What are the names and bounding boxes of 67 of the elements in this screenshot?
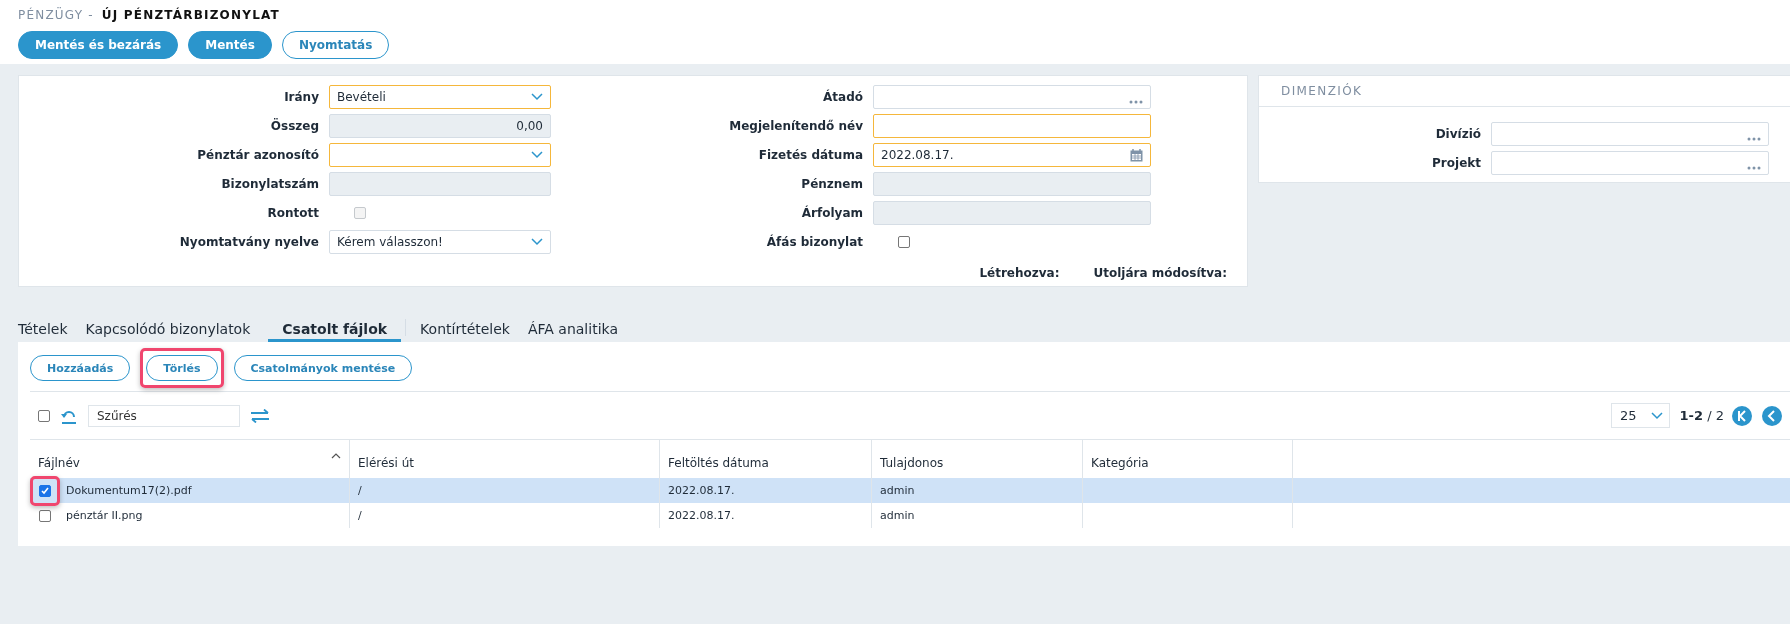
tab[interactable]: Kontírtételek xyxy=(420,319,524,342)
field-label: Fizetés dátuma xyxy=(757,148,863,162)
calendar-icon xyxy=(1130,148,1143,162)
field-label: Bizonylatszám xyxy=(220,177,319,191)
table-cell: pénztár II.png xyxy=(66,509,143,522)
filter-field[interactable]: Szűrés xyxy=(88,404,240,427)
select-all-checkbox[interactable] xyxy=(38,409,50,422)
table-cell: 2022.08.17. xyxy=(668,509,735,522)
date-field[interactable]: 2022.08.17. xyxy=(873,143,1151,167)
input-field[interactable] xyxy=(873,114,1151,138)
table-cell: Dokumentum17(2).pdf xyxy=(66,484,192,497)
table-row[interactable]: Dokumentum17(2).pdf / 2022.08.17. admin xyxy=(30,478,1790,503)
input-field[interactable] xyxy=(1491,122,1769,146)
input-field[interactable] xyxy=(873,85,1151,109)
table-cell: / xyxy=(358,484,362,497)
tab[interactable]: Tételek xyxy=(18,319,82,342)
meta-label: Utoljára módosítva: xyxy=(1093,266,1227,280)
print-button[interactable]: Nyomtatás xyxy=(281,31,390,59)
chevron-down-icon xyxy=(531,151,543,159)
dropdown-field[interactable]: Kérem válasszon! xyxy=(329,230,551,254)
previous-page-icon[interactable] xyxy=(1762,405,1782,426)
input-field[interactable]: 0,00 xyxy=(329,114,551,138)
field-label: Áfás bizonylat xyxy=(765,235,863,249)
field-label: Rontott xyxy=(266,206,319,220)
input-field[interactable] xyxy=(1491,151,1769,175)
toolbar-button[interactable]: Hozzáadás xyxy=(30,355,131,381)
page-title: ÚJ PÉNZTÁRBIZONYLAT xyxy=(101,8,280,22)
toolbar-button[interactable]: Csatolmányok mentése xyxy=(233,355,413,381)
row-checkbox[interactable] xyxy=(39,509,51,522)
field-label: Megjelenítendő név xyxy=(728,119,863,133)
chevron-down-icon xyxy=(531,93,543,101)
toolbar-button[interactable]: Törlés xyxy=(146,355,218,381)
ellipsis-icon xyxy=(1747,166,1761,170)
input-field[interactable] xyxy=(873,172,1151,196)
dropdown-field[interactable] xyxy=(329,143,551,167)
chevron-down-icon xyxy=(1650,411,1663,420)
field-label: Pénznem xyxy=(800,177,863,191)
dropdown-field[interactable]: Bevételi xyxy=(329,85,551,109)
ellipsis-icon xyxy=(1747,137,1761,141)
field-label: Irány xyxy=(283,90,319,104)
field-label: Átadó xyxy=(822,90,863,104)
table-cell: admin xyxy=(880,484,915,497)
row-checkbox[interactable] xyxy=(39,484,51,497)
tab[interactable]: ÁFA analitika xyxy=(527,319,632,342)
checkbox[interactable] xyxy=(898,236,910,248)
field-label: Divízió xyxy=(1434,127,1481,141)
table-cell: 2022.08.17. xyxy=(668,484,735,497)
field-label: Nyomtatvány nyelve xyxy=(178,235,319,249)
page-size-dropdown[interactable]: 25 xyxy=(1611,403,1670,428)
field-label: Összeg xyxy=(269,119,319,133)
field-label: Projekt xyxy=(1431,156,1481,170)
meta-label: Létrehozva: xyxy=(979,266,1060,280)
tab[interactable]: Kapcsolódó bizonylatok xyxy=(85,319,265,342)
table-row[interactable]: pénztár II.png / 2022.08.17. admin xyxy=(30,503,1790,528)
sort-ascending-icon xyxy=(331,453,341,459)
chevron-down-icon xyxy=(531,238,543,246)
swap-arrows-icon[interactable] xyxy=(250,408,270,423)
input-field[interactable] xyxy=(873,201,1151,225)
table-cell: / xyxy=(358,509,362,522)
table-cell: admin xyxy=(880,509,915,522)
field-label: Árfolyam xyxy=(800,206,863,220)
section-title: DIMENZIÓK xyxy=(1259,76,1790,107)
field-label: Pénztár azonosító xyxy=(196,148,319,162)
ellipsis-icon xyxy=(1129,100,1143,104)
first-page-icon[interactable] xyxy=(1732,405,1752,426)
page-range: 1-2 / 2 xyxy=(1679,408,1724,423)
input-field[interactable] xyxy=(329,172,551,196)
